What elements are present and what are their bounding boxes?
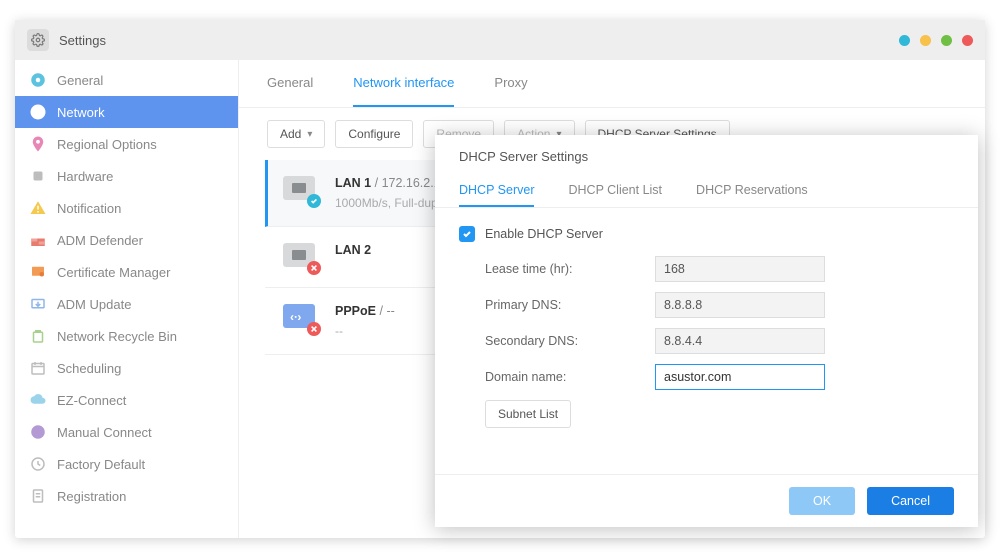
sidebar-item-hardware[interactable]: Hardware <box>15 160 238 192</box>
title-bar: Settings <box>15 20 985 60</box>
dialog-tab-reservations[interactable]: DHCP Reservations <box>696 174 808 207</box>
sidebar-item-network[interactable]: Network <box>15 96 238 128</box>
sidebar-item-manual-connect[interactable]: Manual Connect <box>15 416 238 448</box>
interface-subtitle: -- <box>335 324 395 338</box>
sidebar-item-label: ADM Defender <box>57 233 143 248</box>
ethernet-port-icon <box>283 243 317 271</box>
cloud-icon <box>29 391 47 409</box>
tab-general[interactable]: General <box>267 60 313 107</box>
update-icon <box>29 295 47 313</box>
recycle-icon <box>29 327 47 345</box>
sidebar-item-label: Manual Connect <box>57 425 152 440</box>
enable-dhcp-row: Enable DHCP Server <box>459 226 954 242</box>
ok-button[interactable]: OK <box>789 487 855 515</box>
ethernet-port-icon <box>283 176 317 204</box>
interface-title: PPPoE / -- <box>335 304 395 318</box>
interface-title: LAN 2 <box>335 243 371 257</box>
map-pin-icon <box>29 135 47 153</box>
dialog-tab-server[interactable]: DHCP Server <box>459 174 534 207</box>
content-tabs: General Network interface Proxy <box>239 60 985 108</box>
window-dot-blue[interactable] <box>899 35 910 46</box>
sidebar-item-update[interactable]: ADM Update <box>15 288 238 320</box>
dhcp-settings-dialog: DHCP Server Settings DHCP Server DHCP Cl… <box>435 135 978 527</box>
sidebar-item-registration[interactable]: Registration <box>15 480 238 512</box>
dialog-body: Enable DHCP Server Lease time (hr): Prim… <box>435 208 978 446</box>
window-dot-yellow[interactable] <box>920 35 931 46</box>
sidebar-item-label: Network Recycle Bin <box>57 329 177 344</box>
sidebar-item-label: General <box>57 73 103 88</box>
secondary-dns-label: Secondary DNS: <box>485 334 655 348</box>
configure-button[interactable]: Configure <box>335 120 413 148</box>
sidebar-item-label: ADM Update <box>57 297 131 312</box>
sidebar-item-label: Network <box>57 105 105 120</box>
domain-name-input[interactable] <box>655 364 825 390</box>
window-dot-green[interactable] <box>941 35 952 46</box>
lease-time-input[interactable] <box>655 256 825 282</box>
tab-proxy[interactable]: Proxy <box>494 60 527 107</box>
sidebar-item-general[interactable]: General <box>15 64 238 96</box>
alert-icon <box>29 199 47 217</box>
dialog-title: DHCP Server Settings <box>435 135 978 174</box>
certificate-icon <box>29 263 47 281</box>
pppoe-icon: ‹∙› <box>283 304 317 332</box>
window-dot-red[interactable] <box>962 35 973 46</box>
dialog-tab-client-list[interactable]: DHCP Client List <box>568 174 662 207</box>
calendar-icon <box>29 359 47 377</box>
sidebar-item-label: Hardware <box>57 169 113 184</box>
settings-app-icon <box>27 29 49 51</box>
primary-dns-input[interactable] <box>655 292 825 318</box>
sidebar-item-label: Regional Options <box>57 137 157 152</box>
sidebar: General Network Regional Options Hardwar… <box>15 60 239 538</box>
clipboard-icon <box>29 487 47 505</box>
sidebar-item-recycle[interactable]: Network Recycle Bin <box>15 320 238 352</box>
dialog-footer: OK Cancel <box>435 474 978 527</box>
enable-dhcp-checkbox[interactable] <box>459 226 475 242</box>
status-error-badge <box>307 322 321 336</box>
sidebar-item-scheduling[interactable]: Scheduling <box>15 352 238 384</box>
add-button[interactable]: Add ▾ <box>267 120 325 148</box>
secondary-dns-input[interactable] <box>655 328 825 354</box>
globe-icon <box>29 103 47 121</box>
cancel-button[interactable]: Cancel <box>867 487 954 515</box>
sidebar-item-ezconnect[interactable]: EZ-Connect <box>15 384 238 416</box>
sidebar-item-label: Registration <box>57 489 126 504</box>
link-icon <box>29 423 47 441</box>
primary-dns-label: Primary DNS: <box>485 298 655 312</box>
sidebar-item-factory-default[interactable]: Factory Default <box>15 448 238 480</box>
sidebar-item-label: Notification <box>57 201 121 216</box>
lease-time-label: Lease time (hr): <box>485 262 655 276</box>
status-ok-badge <box>307 194 321 208</box>
chevron-down-icon: ▾ <box>307 129 312 140</box>
sidebar-item-defender[interactable]: ADM Defender <box>15 224 238 256</box>
add-label: Add <box>280 127 301 141</box>
sidebar-item-label: EZ-Connect <box>57 393 126 408</box>
sidebar-item-label: Scheduling <box>57 361 121 376</box>
sidebar-item-regional[interactable]: Regional Options <box>15 128 238 160</box>
sidebar-item-label: Factory Default <box>57 457 145 472</box>
firewall-icon <box>29 231 47 249</box>
sidebar-item-certificate[interactable]: Certificate Manager <box>15 256 238 288</box>
tab-network-interface[interactable]: Network interface <box>353 60 454 107</box>
domain-name-label: Domain name: <box>485 370 655 384</box>
enable-dhcp-label: Enable DHCP Server <box>485 227 603 241</box>
dialog-tabs: DHCP Server DHCP Client List DHCP Reserv… <box>435 174 978 208</box>
sidebar-item-label: Certificate Manager <box>57 265 170 280</box>
window-controls <box>899 35 973 46</box>
window-title: Settings <box>59 33 899 48</box>
gear-icon <box>29 71 47 89</box>
sidebar-item-notification[interactable]: Notification <box>15 192 238 224</box>
subnet-list-button[interactable]: Subnet List <box>485 400 571 428</box>
chip-icon <box>29 167 47 185</box>
reset-icon <box>29 455 47 473</box>
status-error-badge <box>307 261 321 275</box>
